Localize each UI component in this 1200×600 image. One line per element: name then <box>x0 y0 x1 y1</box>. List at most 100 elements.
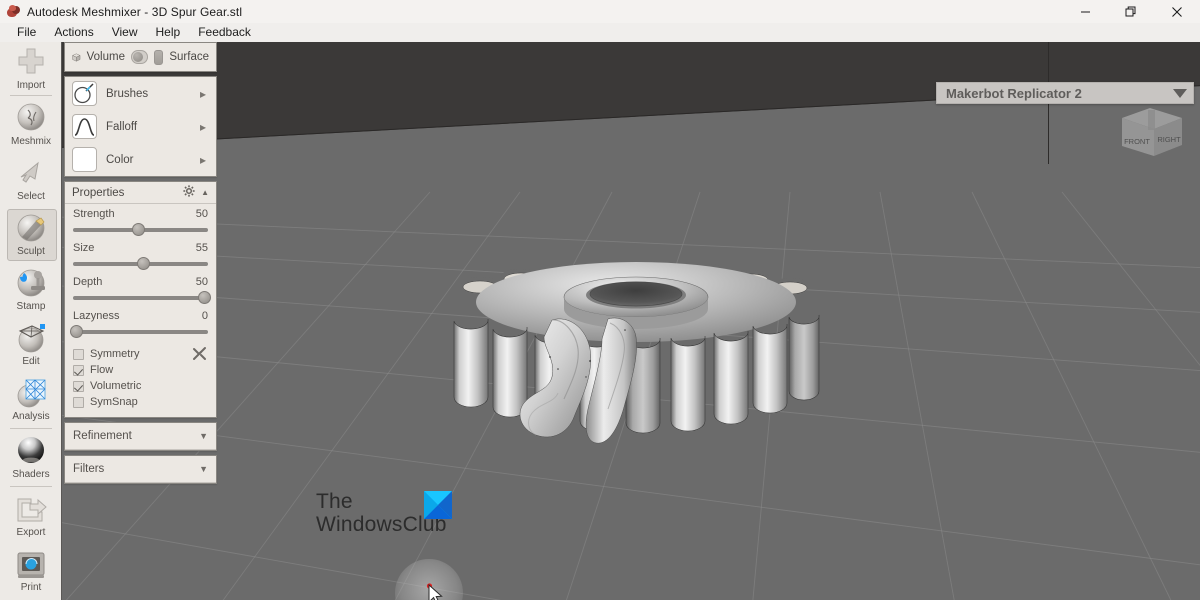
depth-thumb[interactable] <box>197 291 211 304</box>
lazyness-label: Lazyness <box>73 310 120 322</box>
lazyness-thumb[interactable] <box>69 325 83 338</box>
brush-preview-icon[interactable] <box>72 81 97 106</box>
lazyness-track[interactable] <box>73 330 208 334</box>
tool-stamp[interactable]: Stamp <box>0 262 62 317</box>
size-label: Size <box>73 242 95 254</box>
falloff-curve-icon[interactable] <box>72 114 97 139</box>
row-falloff[interactable]: Falloff ▸ <box>65 110 216 143</box>
sphere-face-icon <box>17 103 45 131</box>
size-slider[interactable] <box>73 257 208 270</box>
tool-label-export: Export <box>16 527 46 538</box>
meshmixer-window: Autodesk Meshmixer - 3D Spur Gear.stl Fi… <box>0 0 1200 600</box>
checkbox-symsnap[interactable]: SymSnap <box>73 394 208 410</box>
tool-edit[interactable]: Edit <box>0 317 62 372</box>
checkbox-flow[interactable]: Flow <box>73 362 208 378</box>
surface-label: Surface <box>169 51 209 63</box>
cube-icon <box>72 53 81 62</box>
properties-header[interactable]: Properties ▲ <box>65 182 216 204</box>
viewcube-front-label: FRONT <box>1124 137 1150 146</box>
checkbox-group: Symmetry Flow Volumetric SymSnap <box>65 344 216 417</box>
brush-sphere-icon <box>17 214 45 242</box>
wrench-screwdriver-icon[interactable] <box>192 346 207 364</box>
menu-item-help[interactable]: Help <box>147 23 190 42</box>
properties-title: Properties <box>72 186 125 199</box>
strength-thumb[interactable] <box>131 223 145 236</box>
3d-spur-gear-mesh[interactable] <box>440 257 830 477</box>
plus-icon <box>18 48 44 73</box>
color-swatch-icon[interactable] <box>72 147 97 172</box>
viewcube-right-label: RIGHT <box>1157 135 1181 144</box>
depth-slider[interactable] <box>73 291 211 304</box>
tool-analysis[interactable]: Analysis <box>0 372 62 427</box>
volumetric-checkbox[interactable] <box>73 380 84 392</box>
strength-slider[interactable] <box>73 223 208 236</box>
shader-ball-icon <box>18 437 44 463</box>
tool-label-shaders: Shaders <box>12 469 50 480</box>
tool-export[interactable]: Export <box>0 488 62 543</box>
chevron-right-icon-brushes[interactable]: ▸ <box>197 87 209 101</box>
volume-surface-toggle[interactable] <box>130 50 148 64</box>
view-cube[interactable]: FRONT RIGHT <box>1118 104 1186 164</box>
chevron-right-icon-color[interactable]: ▸ <box>197 153 209 167</box>
tool-label-select: Select <box>17 191 45 202</box>
chevron-down-icon-refinement[interactable]: ▼ <box>199 431 208 441</box>
tool-meshmix[interactable]: Meshmix <box>0 97 62 152</box>
surface-swatch-icon[interactable] <box>153 49 164 65</box>
maximize-restore-button[interactable] <box>1108 0 1154 23</box>
rail-divider-2 <box>9 428 52 429</box>
menu-item-feedback[interactable]: Feedback <box>189 23 260 42</box>
properties-body: Strength 50 Size 55 Depth 50 Lazyness 0 <box>65 204 216 338</box>
checkbox-symmetry[interactable]: Symmetry <box>73 346 208 362</box>
strength-row: Strength 50 <box>73 208 208 220</box>
export-icon <box>17 498 47 522</box>
refinement-label: Refinement <box>73 430 132 442</box>
depth-track[interactable] <box>73 296 208 300</box>
watermark-line-2: WindowsClub <box>316 513 447 536</box>
minimize-button[interactable] <box>1062 0 1108 23</box>
tool-label-sculpt: Sculpt <box>17 246 45 257</box>
filters-section[interactable]: Filters ▼ <box>65 456 216 483</box>
tool-select[interactable]: Select <box>0 152 62 207</box>
depth-value: 50 <box>195 276 208 288</box>
filters-box[interactable]: Filters ▼ <box>64 455 217 484</box>
window-title: Autodesk Meshmixer - 3D Spur Gear.stl <box>27 4 243 19</box>
size-thumb[interactable] <box>137 257 151 270</box>
chevron-right-icon-falloff[interactable]: ▸ <box>197 120 209 134</box>
menu-bar: File Actions View Help Feedback <box>0 23 1200 42</box>
tool-print[interactable]: Print <box>0 543 62 598</box>
menu-item-file[interactable]: File <box>8 23 45 42</box>
row-color[interactable]: Color ▸ <box>65 143 216 176</box>
flow-checkbox[interactable] <box>73 364 84 376</box>
rail-divider-3 <box>9 486 52 487</box>
menu-item-view[interactable]: View <box>103 23 147 42</box>
row-brushes[interactable]: Brushes ▸ <box>65 77 216 110</box>
tool-label-stamp: Stamp <box>16 301 46 312</box>
printer-dropdown[interactable]: Makerbot Replicator 2 <box>936 82 1194 104</box>
chevron-down-icon-filters[interactable]: ▼ <box>199 464 208 474</box>
symsnap-checkbox[interactable] <box>73 396 84 408</box>
mouse-pointer-icon <box>426 583 443 600</box>
tool-sculpt[interactable]: Sculpt <box>0 207 62 262</box>
chevron-down-icon[interactable] <box>1167 88 1193 98</box>
symmetry-label: Symmetry <box>90 348 140 360</box>
depth-label: Depth <box>73 276 103 288</box>
mode-box: Volume Surface <box>64 42 217 72</box>
watermark: The WindowsClub <box>316 490 476 536</box>
tool-rail: Import Meshmix Select Sculpt Stamp Edit … <box>0 42 62 600</box>
refinement-section[interactable]: Refinement ▼ <box>65 423 216 450</box>
refinement-box[interactable]: Refinement ▼ <box>64 422 217 451</box>
tool-import[interactable]: Import <box>0 42 62 94</box>
lazyness-slider[interactable] <box>69 325 208 338</box>
collapse-icon[interactable]: ▲ <box>201 188 209 197</box>
close-button[interactable] <box>1154 0 1200 23</box>
gear-icon[interactable] <box>183 185 195 200</box>
windowsclub-logo-icon <box>424 491 452 519</box>
symmetry-checkbox[interactable] <box>73 348 84 360</box>
menu-item-actions[interactable]: Actions <box>45 23 102 42</box>
lazyness-value: 0 <box>201 310 208 322</box>
checkbox-volumetric[interactable]: Volumetric <box>73 378 208 394</box>
volume-label: Volume <box>86 51 125 63</box>
mode-row: Volume Surface <box>65 43 216 71</box>
tool-shaders[interactable]: Shaders <box>0 430 62 485</box>
tool-label-import: Import <box>16 79 46 91</box>
